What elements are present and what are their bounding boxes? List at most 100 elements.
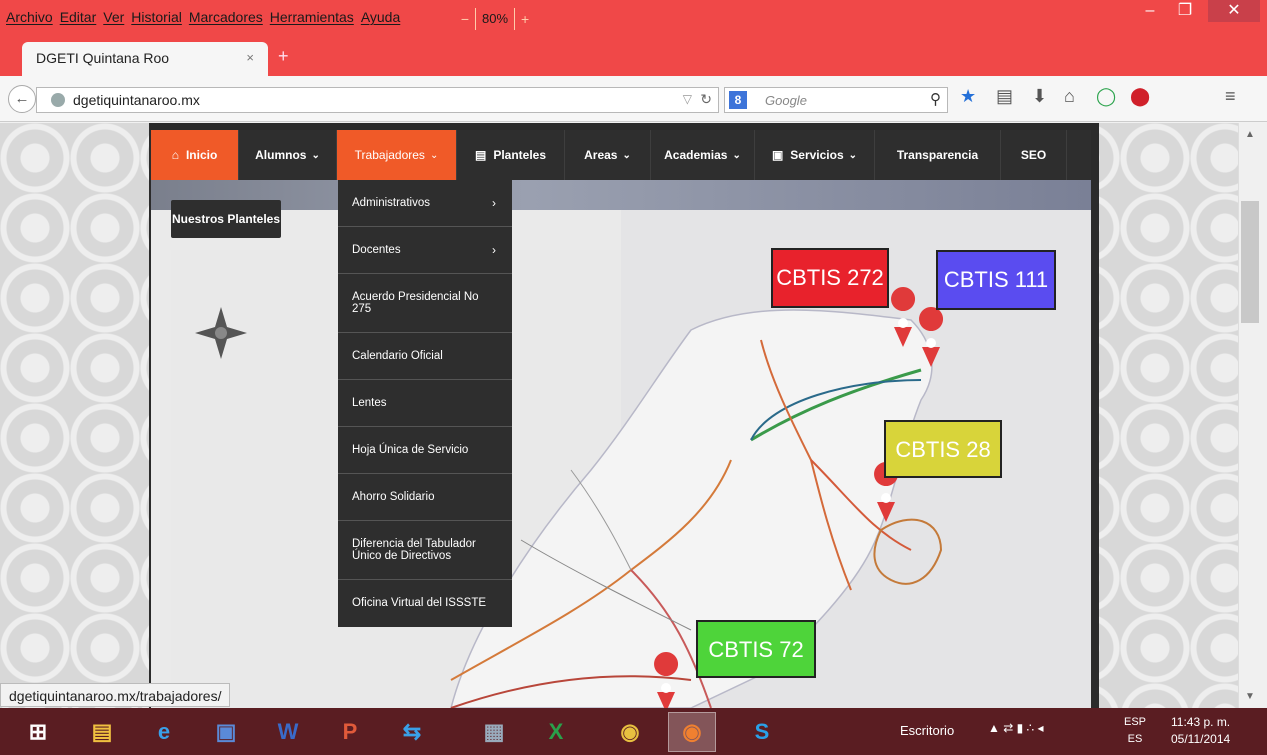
nav-trabajadores[interactable]: Trabajadores ⌄ — [337, 130, 457, 180]
input-language[interactable]: ESP ES — [1124, 714, 1146, 748]
hamburger-menu-icon[interactable]: ≡ — [1225, 86, 1236, 107]
dropdown-item-administrativos[interactable]: Administrativos › — [338, 180, 512, 227]
nav-academias[interactable]: Academias ⌄ — [651, 130, 755, 180]
map-label-cbtis-28[interactable]: CBTIS 28 — [884, 420, 1002, 478]
dropdown-item-label: Diferencia del Tabulador Único de Direct… — [352, 537, 476, 562]
chevron-down-icon: ⌄ — [429, 149, 439, 161]
download-icon[interactable]: ⬇ — [1032, 86, 1047, 107]
briefcase-icon: ▣ — [771, 148, 784, 162]
language-bottom: ES — [1127, 733, 1143, 745]
map-label-cbtis-72[interactable]: CBTIS 72 — [696, 620, 816, 678]
menu-editar[interactable]: Editar — [60, 9, 97, 25]
menu-historial[interactable]: Historial — [131, 9, 182, 25]
dropdown-item-diferencia-tabulador[interactable]: Diferencia del Tabulador Único de Direct… — [338, 521, 512, 580]
dropdown-item-hoja-unica[interactable]: Hoja Única de Servicio — [338, 427, 512, 474]
nav-label: Servicios — [790, 148, 844, 162]
internet-explorer-icon[interactable]: e — [140, 712, 188, 752]
clock-date: 05/11/2014 — [1171, 732, 1231, 746]
word-icon[interactable]: W — [264, 712, 312, 752]
extension-icon[interactable]: ◯ — [1096, 86, 1116, 107]
back-button[interactable]: ← — [8, 85, 36, 113]
tab-dgeti[interactable]: DGETI Quintana Roo × — [22, 42, 268, 76]
menu-archivo[interactable]: Archivo — [6, 9, 53, 25]
browser-menubar: Archivo Editar Ver Historial Marcadores … — [0, 0, 1267, 42]
nav-label: Inicio — [185, 148, 218, 162]
nav-label: Trabajadores — [354, 148, 425, 162]
skype-icon[interactable]: S — [738, 712, 786, 752]
app-icon[interactable]: ▣ — [202, 712, 250, 752]
bookmarks-list-icon[interactable]: ▤ — [996, 86, 1013, 107]
building-icon: ▤ — [474, 148, 487, 162]
dropdown-item-label: Acuerdo Presidencial No 275 — [352, 290, 479, 315]
teamviewer-icon[interactable]: ⇆ — [388, 712, 436, 752]
hero-map: Nuestros Planteles CBTIS 272 CBTIS 111 C… — [151, 180, 1091, 708]
minimize-button[interactable]: – — [1135, 0, 1165, 22]
tab-close-icon[interactable]: × — [246, 50, 254, 65]
clock-time: 11:43 p. m. — [1171, 715, 1231, 729]
url-dropdown-icon[interactable]: ▽ — [683, 92, 692, 106]
dropdown-item-label: Oficina Virtual del ISSSTE — [352, 597, 487, 610]
nav-alumnos[interactable]: Alumnos ⌄ — [239, 130, 337, 180]
maximize-button[interactable]: ❐ — [1170, 0, 1200, 22]
search-engine-icon[interactable]: 8 — [729, 91, 747, 109]
system-clock[interactable]: 11:43 p. m. 05/11/2014 — [1171, 714, 1230, 748]
close-window-button[interactable]: ✕ — [1208, 0, 1260, 22]
adblock-icon[interactable]: ⬤ — [1130, 86, 1150, 107]
escritorio-toolbar[interactable]: Escritorio — [900, 723, 954, 738]
dropdown-item-docentes[interactable]: Docentes › — [338, 227, 512, 274]
chrome-icon[interactable]: ◉ — [606, 712, 654, 752]
windows-taskbar: ⊞ ▤ e ▣ W P ⇆ ▦ X ◉ ◉ S Escritorio ▲ ⇄ ▮… — [0, 708, 1267, 755]
nav-label: SEO — [1020, 148, 1047, 162]
menu-herramientas[interactable]: Herramientas — [270, 9, 354, 25]
dropdown-item-acuerdo-presidencial[interactable]: Acuerdo Presidencial No 275 — [338, 274, 512, 333]
nav-transparencia[interactable]: Transparencia — [875, 130, 1001, 180]
dropdown-item-calendario-oficial[interactable]: Calendario Oficial — [338, 333, 512, 380]
search-icon[interactable]: ⚲ — [930, 90, 941, 108]
scrollbar-thumb[interactable] — [1241, 201, 1259, 323]
chevron-down-icon: ⌄ — [622, 149, 631, 161]
chevron-right-icon: › — [492, 195, 496, 210]
search-bar[interactable]: 8 Google ⚲ — [724, 87, 948, 113]
menu-ver[interactable]: Ver — [103, 9, 124, 25]
excel-icon[interactable]: X — [532, 712, 580, 752]
nav-inicio[interactable]: ⌂ Inicio — [151, 130, 239, 180]
nav-servicios[interactable]: ▣ Servicios ⌄ — [755, 130, 875, 180]
menu-ayuda[interactable]: Ayuda — [361, 9, 400, 25]
dropdown-item-oficina-virtual[interactable]: Oficina Virtual del ISSSTE — [338, 580, 512, 627]
zoom-out-button[interactable]: − — [455, 9, 475, 29]
windows-start-icon[interactable]: ⊞ — [14, 712, 62, 752]
dropdown-item-ahorro-solidario[interactable]: Ahorro Solidario — [338, 474, 512, 521]
powerpoint-icon[interactable]: P — [326, 712, 374, 752]
nav-seo[interactable]: SEO — [1001, 130, 1067, 180]
tray-icons[interactable]: ▲ ⇄ ▮ ∴ ◂ — [988, 721, 1044, 735]
trabajadores-dropdown: Administrativos › Docentes › Acuerdo Pre… — [338, 180, 512, 627]
page-scrollbar[interactable]: ▲ ▼ — [1238, 123, 1267, 708]
calculator-icon[interactable]: ▦ — [470, 712, 518, 752]
zoom-level[interactable]: 80% — [475, 8, 516, 30]
url-bar[interactable]: dgetiquintanaroo.mx ▽ ↻ — [36, 87, 719, 113]
scroll-down-icon[interactable]: ▼ — [1245, 691, 1255, 702]
scroll-up-icon[interactable]: ▲ — [1245, 129, 1255, 140]
zoom-in-button[interactable]: + — [515, 9, 535, 29]
map-label-cbtis-111[interactable]: CBTIS 111 — [936, 250, 1056, 310]
tab-bar: DGETI Quintana Roo × — [0, 42, 1267, 76]
file-explorer-icon[interactable]: ▤ — [78, 712, 126, 752]
reload-icon[interactable]: ↻ — [700, 91, 712, 108]
site-nav: ⌂ Inicio Alumnos ⌄ Trabajadores ⌄ ▤ Plan… — [151, 130, 1091, 180]
chevron-down-icon: ⌄ — [311, 149, 320, 161]
dropdown-item-label: Lentes — [352, 396, 387, 409]
url-text: dgetiquintanaroo.mx — [73, 92, 200, 108]
nuestros-planteles-button[interactable]: Nuestros Planteles — [171, 200, 281, 238]
menu-marcadores[interactable]: Marcadores — [189, 9, 263, 25]
web-page: ⌂ Inicio Alumnos ⌄ Trabajadores ⌄ ▤ Plan… — [0, 123, 1252, 708]
dropdown-item-lentes[interactable]: Lentes — [338, 380, 512, 427]
dropdown-item-label: Administrativos — [352, 196, 430, 209]
map-label-cbtis-272[interactable]: CBTIS 272 — [771, 248, 889, 308]
nav-areas[interactable]: Areas ⌄ — [565, 130, 651, 180]
home-browser-icon[interactable]: ⌂ — [1064, 86, 1075, 107]
zoom-controls: − 80% + — [455, 8, 535, 30]
nav-planteles[interactable]: ▤ Planteles — [457, 130, 565, 180]
firefox-icon[interactable]: ◉ — [668, 712, 716, 752]
bookmark-star-icon[interactable]: ★ — [960, 86, 976, 107]
new-tab-button[interactable]: + — [278, 46, 289, 67]
